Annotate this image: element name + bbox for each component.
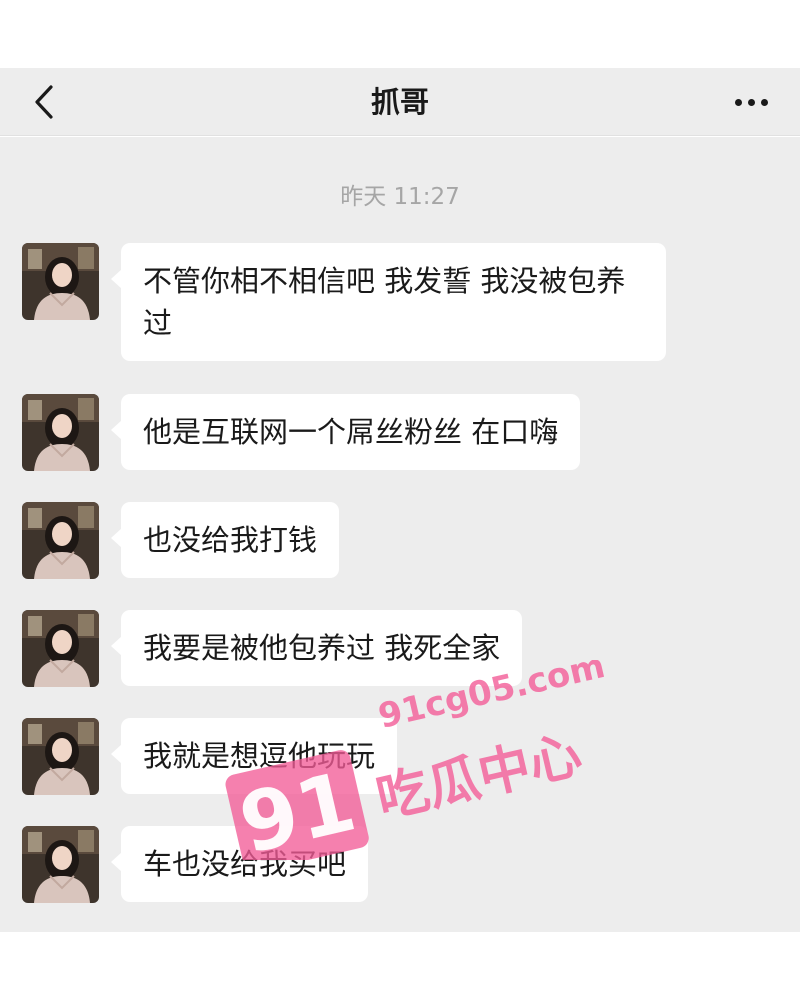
more-button[interactable] [726,82,776,122]
top-band [0,0,800,68]
avatar[interactable] [22,394,99,471]
avatar[interactable] [22,243,99,320]
back-button[interactable] [22,80,66,124]
message-bubble[interactable]: 他是互联网一个屌丝粉丝 在口嗨 [110,394,581,470]
message-bubble[interactable]: 也没给我打钱 [110,502,340,578]
more-horizontal-icon [734,98,742,106]
avatar[interactable] [22,502,99,579]
chat-title: 抓哥 [370,85,429,119]
nav-bar: 抓哥 [0,68,800,136]
avatar[interactable] [22,610,99,687]
chat-area[interactable]: 昨天 11:27 不管你相不相信吧 我发誓 我没被包养过 他是互联网一个屌丝粉丝… [0,137,800,932]
message-bubble[interactable]: 不管你相不相信吧 我发誓 我没被包养过 [111,243,666,361]
avatar[interactable] [22,826,99,903]
message-bubble[interactable]: 我要是被他包养过 我死全家 [110,610,523,686]
bottom-band [0,932,800,1000]
message-bubble[interactable]: 车也没给我买吧 [110,826,369,902]
chevron-left-icon [35,85,53,119]
message-timestamp: 昨天 11:27 [340,184,460,210]
avatar[interactable] [22,718,99,795]
message-bubble[interactable]: 我就是想逗他玩玩 [110,718,398,794]
